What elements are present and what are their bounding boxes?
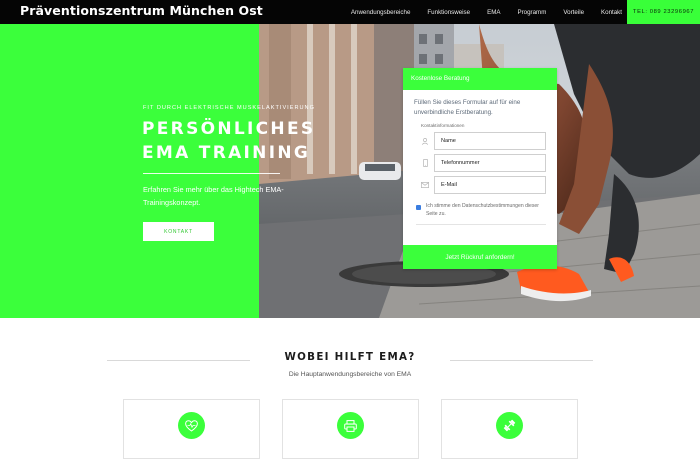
contact-button[interactable]: KONTAKT [143,222,214,241]
hero-section: FIT DURCH ELEKTRISCHE MUSKELAKTIVIERUNG … [0,24,700,318]
dumbbell-icon [496,412,523,439]
nav-item-kontakt[interactable]: Kontakt [601,9,622,16]
section-subtitle: Die Hauptanwendungsbereiche von EMA [288,371,412,378]
form-header: Kostenlose Beratung [403,68,557,90]
phone-input[interactable]: Telefonnummer [434,154,546,172]
name-input[interactable]: Name [434,132,546,150]
site-logo[interactable]: Präventionszentrum München Ost [20,3,263,18]
nav-item-programm[interactable]: Programm [517,9,546,16]
form-intro: Füllen Sie dieses Formular auf für eine … [414,99,521,116]
top-navigation: Präventionszentrum München Ost Anwendung… [0,0,700,24]
consent-row: Ich stimme den Datenschutzbestimmungen d… [416,203,547,218]
printer-icon [337,412,364,439]
consent-label: Ich stimme den Datenschutzbestimmungen d… [426,203,539,217]
hero-title: PERSÖNLICHES EMA TRAINING [142,117,322,165]
main-menu: Anwendungsbereiche Funktionsweise EMA Pr… [334,0,622,24]
heart-icon [178,412,205,439]
phone-field-row: Telefonnummer [416,154,546,172]
name-field-row: Name [416,132,546,150]
hero-title-line-1: PERSÖNLICHES [142,119,316,139]
consultation-form: Kostenlose Beratung Füllen Sie dieses Fo… [403,68,557,269]
nav-item-vorteile[interactable]: Vorteile [563,9,584,16]
hero-description: Erfahren Sie mehr über das Hightech EMA-… [143,185,284,207]
email-icon [416,176,434,194]
submit-button[interactable]: Jetzt Rückruf anfordern! [403,245,557,269]
phone-button[interactable]: TEL: 089 23296967 [627,0,700,24]
user-icon [416,132,434,150]
form-section-label: Kontaktinformationen [421,123,465,128]
phone-icon [416,154,434,172]
form-divider [416,224,546,225]
nav-item-anwendungsbereiche[interactable]: Anwendungsbereiche [351,9,411,16]
nav-item-funktionsweise[interactable]: Funktionsweise [427,9,470,16]
hero-title-line-2: EMA TRAINING [142,143,311,163]
hero-kicker: FIT DURCH ELEKTRISCHE MUSKELAKTIVIERUNG [143,105,315,111]
email-input[interactable]: E-Mail [434,176,546,194]
nav-item-ema[interactable]: EMA [487,9,500,16]
email-field-row: E-Mail [416,176,546,194]
hero-divider [143,173,280,174]
section-title: WOBEI HILFT EMA? [284,351,416,363]
